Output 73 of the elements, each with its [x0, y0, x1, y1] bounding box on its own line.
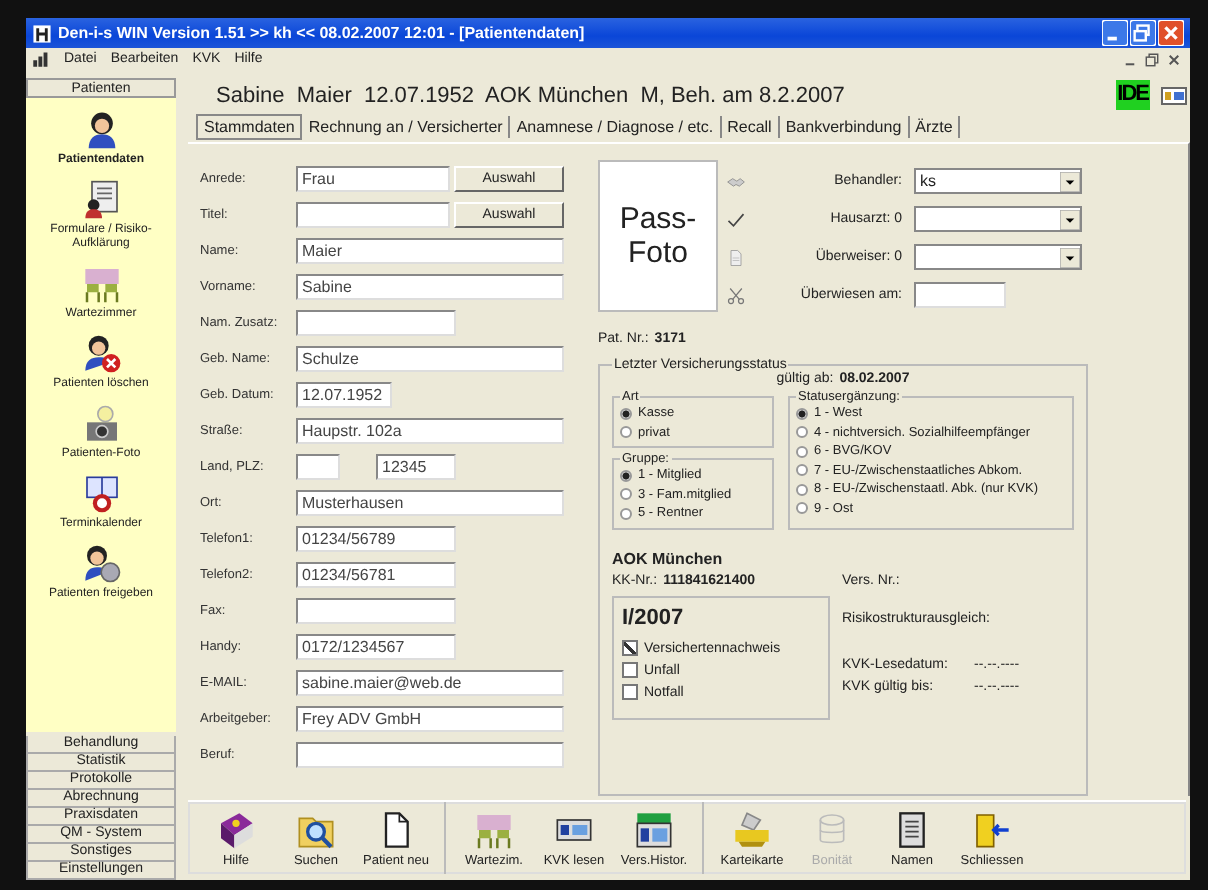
tab[interactable]: Stammdaten	[196, 113, 303, 139]
input-field[interactable]	[296, 741, 564, 767]
radio-button[interactable]	[796, 426, 808, 439]
input-field[interactable]: 12.07.1952	[296, 381, 392, 407]
person-disc-icon	[81, 544, 121, 584]
photo-field[interactable]: Pass-Foto	[598, 160, 718, 312]
radio-button[interactable]	[620, 488, 632, 501]
caret-icon	[1060, 171, 1080, 191]
card-icon[interactable]	[1158, 81, 1190, 109]
tab[interactable]: Rechnung an / Versicherter	[302, 115, 511, 137]
scissors-icon	[726, 285, 746, 305]
input-field[interactable]: 0172/1234567	[296, 633, 456, 659]
logo: IDE	[1115, 80, 1150, 110]
close-button[interactable]	[1158, 20, 1184, 46]
dropdown[interactable]	[914, 244, 1082, 270]
app-icon	[32, 50, 50, 68]
radio-button[interactable]	[620, 426, 632, 439]
document-icon	[726, 247, 746, 267]
dropdown[interactable]: ks	[914, 168, 1082, 194]
minimize-button[interactable]	[1102, 20, 1128, 46]
radio-button[interactable]	[620, 407, 632, 420]
quarter-title: I/2007	[622, 605, 686, 629]
camera-icon	[81, 404, 121, 444]
check-icon	[726, 209, 746, 229]
input-field[interactable]	[914, 282, 1006, 308]
close-icon[interactable]	[1164, 49, 1184, 69]
input-field[interactable]: Frau	[296, 165, 450, 191]
checkbox[interactable]	[622, 662, 638, 678]
person-delete-icon	[81, 334, 121, 374]
chairs-icon	[474, 810, 514, 850]
insurer-name: AOK München	[612, 549, 725, 567]
tab[interactable]: Anamnese / Diagnose / etc.	[510, 115, 722, 137]
input-field[interactable]: sabine.maier@web.de	[296, 669, 564, 695]
input-field[interactable]	[296, 453, 340, 479]
maximize-button[interactable]	[1130, 20, 1156, 46]
chairs-icon	[81, 264, 121, 304]
printer-icon	[732, 810, 772, 850]
input-field[interactable]: Musterhausen	[296, 489, 564, 515]
app-icon	[32, 23, 52, 43]
dropdown[interactable]	[914, 206, 1082, 232]
radio-button[interactable]	[620, 469, 632, 482]
card-history-icon	[634, 810, 674, 850]
radio-button[interactable]	[796, 483, 808, 496]
input-field[interactable]: 12345	[376, 453, 456, 479]
calendar-icon	[81, 474, 121, 514]
input-field[interactable]	[296, 597, 456, 623]
tab[interactable]: Ärzte	[909, 115, 961, 137]
radio-button[interactable]	[796, 502, 808, 515]
checkbox[interactable]	[622, 640, 638, 656]
radio-button[interactable]	[796, 407, 808, 420]
input-field[interactable]: 01234/56781	[296, 561, 456, 587]
tab[interactable]: Recall	[721, 115, 780, 137]
radio-button[interactable]	[796, 445, 808, 458]
input-field[interactable]: Sabine	[296, 273, 564, 299]
caret-icon	[1060, 209, 1080, 229]
patient-header: Sabine Maier 12.07.1952 AOK München M, Beh. am 8.2.2007	[216, 83, 847, 107]
input-field[interactable]: Maier	[296, 237, 564, 263]
input-field[interactable]: 01234/56789	[296, 525, 456, 551]
input-field[interactable]: Schulze	[296, 345, 564, 371]
help-book-icon	[216, 810, 256, 850]
input-field[interactable]	[296, 201, 450, 227]
document-person-icon	[81, 180, 121, 220]
input-field[interactable]: Frey ADV GmbH	[296, 705, 564, 731]
input-field[interactable]	[296, 309, 456, 335]
exit-door-icon	[972, 810, 1012, 850]
checkbox[interactable]	[622, 684, 638, 700]
input-field[interactable]: Haupstr. 102a	[296, 417, 564, 443]
radio-button[interactable]	[796, 464, 808, 477]
tab[interactable]: Bankverbindung	[779, 115, 910, 137]
caret-icon	[1060, 247, 1080, 267]
window-title: Den-i-s WIN Version 1.51 >> kh << 08.02.2007 12:01 - [Patientendaten]	[58, 24, 587, 42]
restore-icon[interactable]	[1142, 49, 1162, 69]
radio-button[interactable]	[620, 507, 632, 520]
